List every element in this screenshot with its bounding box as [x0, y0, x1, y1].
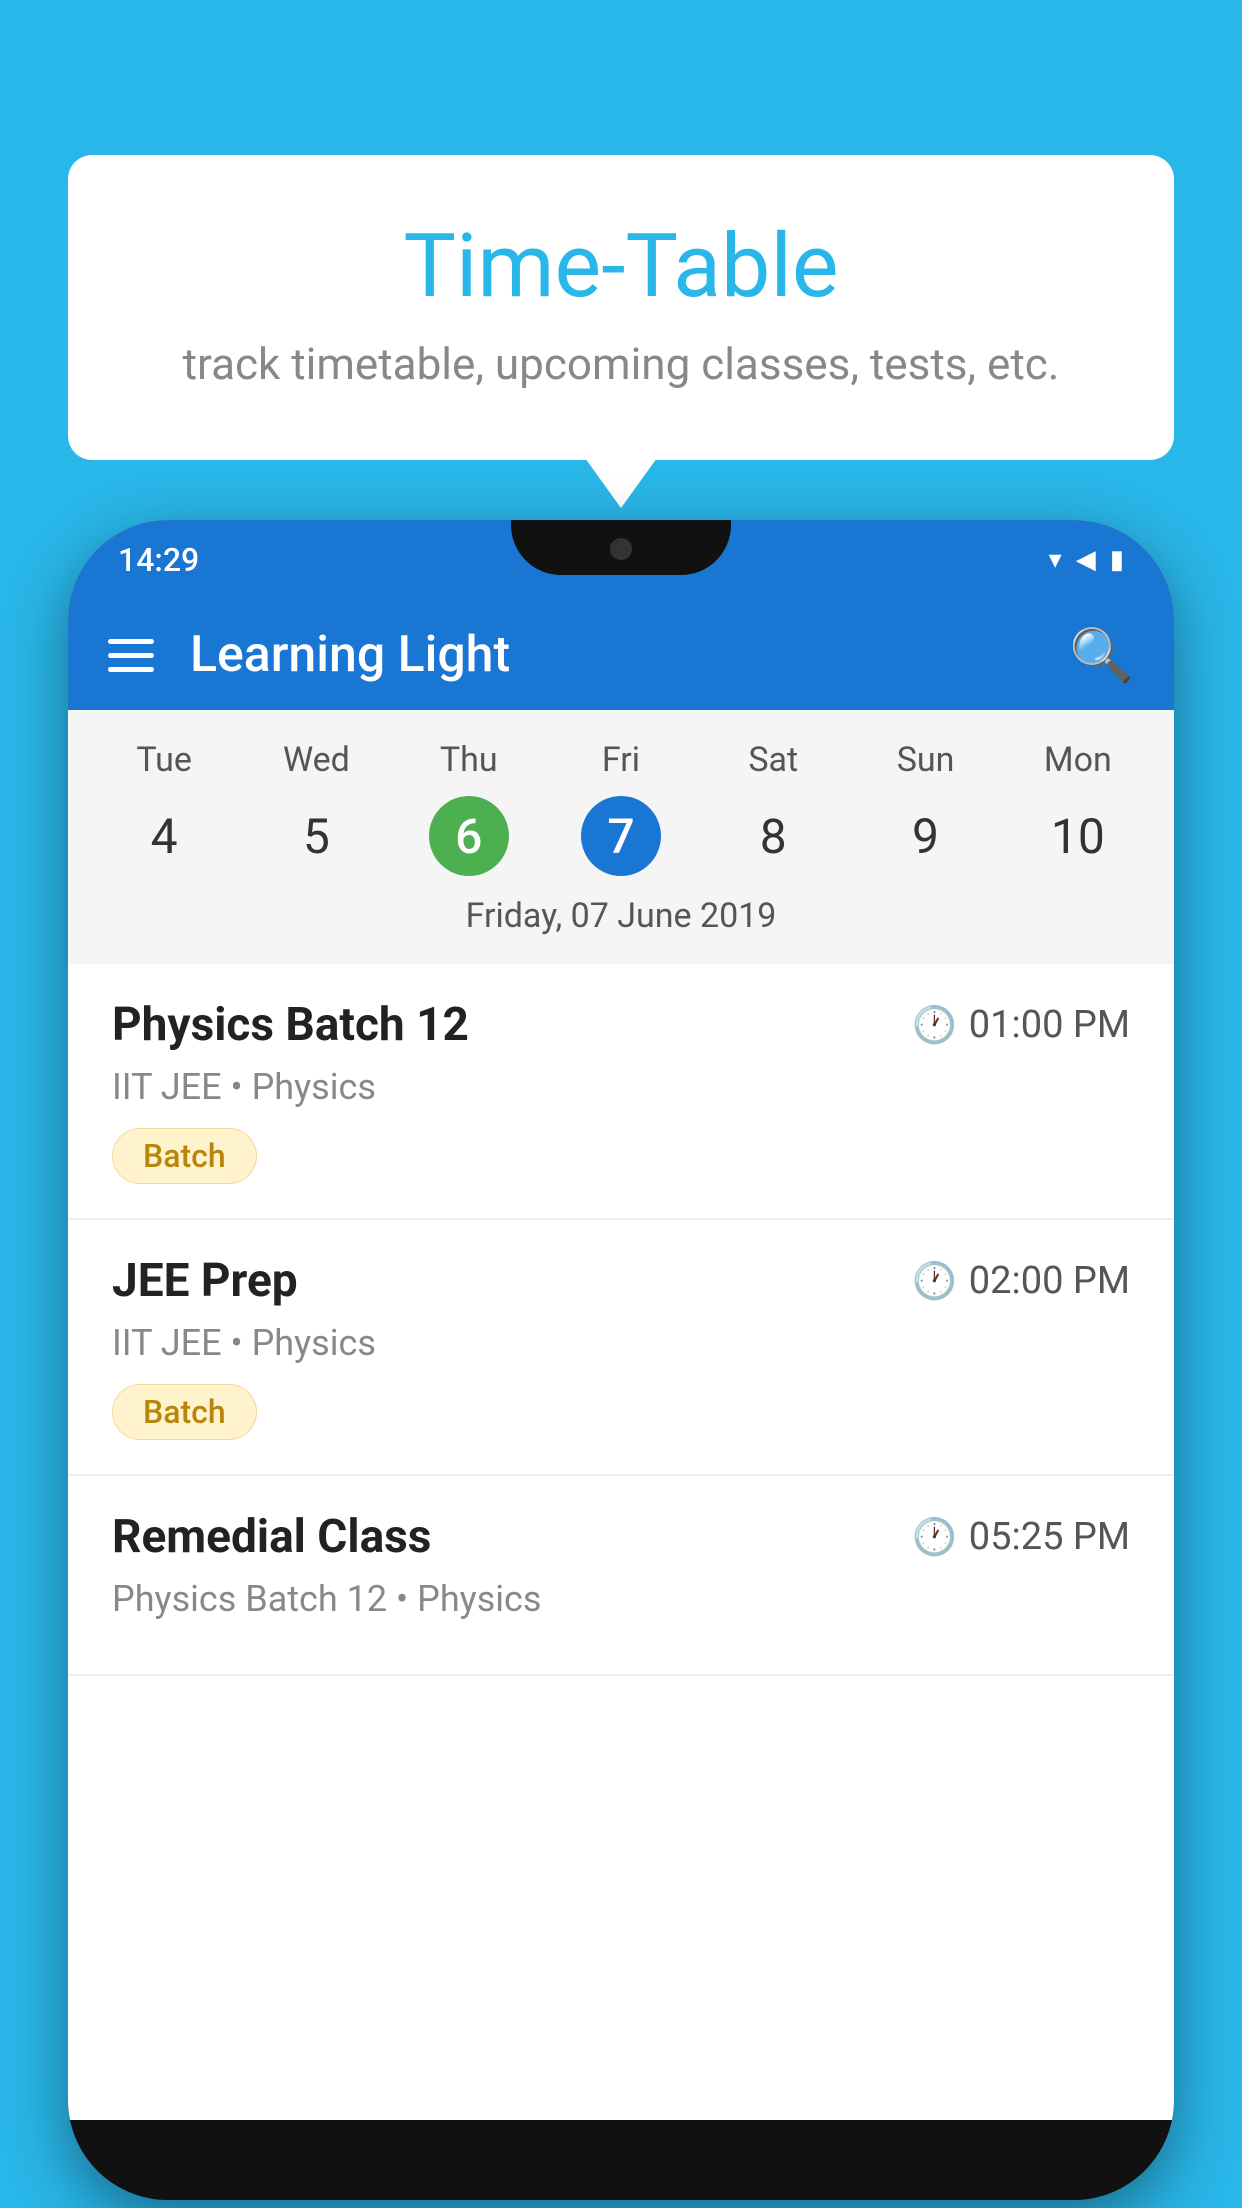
phone-frame: 14:29 ▾ ◀ ▮ Learning Light 🔍 Tue 4 Wed 5 Thu…: [68, 520, 1174, 2200]
day-number: 10: [1038, 796, 1118, 876]
day-name: Sun: [897, 740, 955, 780]
front-camera: [610, 538, 632, 560]
status-bar: 14:29 ▾ ◀ ▮: [68, 520, 1174, 600]
phone-screen: 14:29 ▾ ◀ ▮ Learning Light 🔍 Tue 4 Wed 5 Thu…: [68, 520, 1174, 2120]
day-number: 9: [886, 796, 966, 876]
day-cell-wed[interactable]: Wed 5: [240, 740, 392, 876]
day-number: 5: [276, 796, 356, 876]
signal-icon: ◀: [1076, 545, 1096, 575]
selected-date-label: Friday, 07 June 2019: [68, 886, 1174, 954]
day-cell-tue[interactable]: Tue 4: [88, 740, 240, 876]
day-number: 4: [124, 796, 204, 876]
item-title: Physics Batch 12: [112, 998, 469, 1052]
time-text: 05:25 PM: [969, 1515, 1130, 1559]
clock-icon: 🕐: [912, 1004, 957, 1046]
app-bar: Learning Light 🔍: [68, 600, 1174, 710]
status-time: 14:29: [118, 541, 199, 579]
day-number: 7: [581, 796, 661, 876]
batch-tag: Batch: [112, 1128, 257, 1184]
tooltip-card: Time-Table track timetable, upcoming cla…: [68, 155, 1174, 460]
app-title: Learning Light: [190, 626, 1069, 684]
clock-icon: 🕐: [912, 1260, 957, 1302]
day-cell-sat[interactable]: Sat 8: [697, 740, 849, 876]
day-cell-thu[interactable]: Thu 6: [393, 740, 545, 876]
battery-icon: ▮: [1110, 545, 1124, 575]
day-name: Fri: [602, 740, 640, 780]
day-cell-fri[interactable]: Fri 7: [545, 740, 697, 876]
days-row: Tue 4 Wed 5 Thu 6 Fri 7 Sat 8 Sun 9 Mon 10: [68, 730, 1174, 886]
item-subtitle: IIT JEE • Physics: [112, 1322, 1130, 1364]
clock-icon: 🕐: [912, 1516, 957, 1558]
item-header: Physics Batch 12 🕐 01:00 PM: [112, 998, 1130, 1052]
status-icons: ▾ ◀ ▮: [1049, 545, 1124, 575]
day-name: Tue: [136, 740, 191, 780]
schedule-item[interactable]: Physics Batch 12 🕐 01:00 PM IIT JEE • Physi…: [68, 964, 1174, 1220]
item-title: Remedial Class: [112, 1510, 431, 1564]
tooltip-title: Time-Table: [138, 215, 1104, 318]
search-icon[interactable]: 🔍: [1069, 625, 1134, 686]
schedule-item[interactable]: Remedial Class 🕐 05:25 PM Physics Batch 12 …: [68, 1476, 1174, 1676]
day-cell-sun[interactable]: Sun 9: [849, 740, 1001, 876]
time-text: 02:00 PM: [969, 1259, 1130, 1303]
day-name: Wed: [283, 740, 350, 780]
day-name: Sat: [748, 740, 798, 780]
item-time: 🕐 05:25 PM: [912, 1515, 1130, 1559]
time-text: 01:00 PM: [969, 1003, 1130, 1047]
batch-tag: Batch: [112, 1384, 257, 1440]
item-header: Remedial Class 🕐 05:25 PM: [112, 1510, 1130, 1564]
item-header: JEE Prep 🕐 02:00 PM: [112, 1254, 1130, 1308]
tooltip-subtitle: track timetable, upcoming classes, tests…: [138, 338, 1104, 390]
day-name: Mon: [1044, 740, 1112, 780]
item-title: JEE Prep: [112, 1254, 298, 1308]
item-time: 🕐 01:00 PM: [912, 1003, 1130, 1047]
day-number: 8: [733, 796, 813, 876]
calendar-strip: Tue 4 Wed 5 Thu 6 Fri 7 Sat 8 Sun 9 Mon 10 Friday, 07…: [68, 710, 1174, 964]
day-cell-mon[interactable]: Mon 10: [1002, 740, 1154, 876]
schedule-content: Physics Batch 12 🕐 01:00 PM IIT JEE • Physi…: [68, 964, 1174, 1676]
item-subtitle: IIT JEE • Physics: [112, 1066, 1130, 1108]
item-subtitle: Physics Batch 12 • Physics: [112, 1578, 1130, 1620]
item-time: 🕐 02:00 PM: [912, 1259, 1130, 1303]
day-number: 6: [429, 796, 509, 876]
wifi-icon: ▾: [1049, 545, 1062, 575]
hamburger-menu-icon[interactable]: [108, 639, 154, 672]
schedule-item[interactable]: JEE Prep 🕐 02:00 PM IIT JEE • Physics Batch: [68, 1220, 1174, 1476]
day-name: Thu: [440, 740, 498, 780]
